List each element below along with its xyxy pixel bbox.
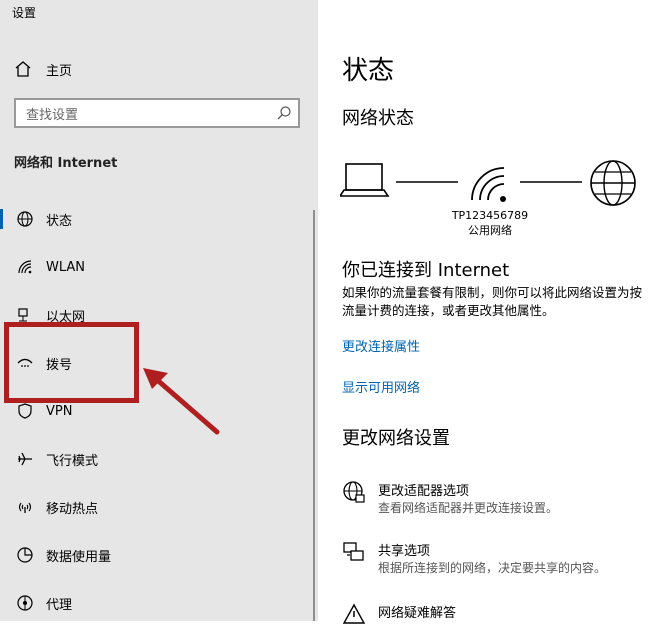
- network-info: TP123456789 公用网络: [440, 208, 540, 238]
- page-title: 状态: [342, 56, 395, 86]
- home-label: 主页: [46, 63, 73, 79]
- option-description: 查看网络适配器并更改连接设置。: [378, 501, 559, 515]
- warning-icon: [342, 603, 366, 624]
- sidebar-item-wlan[interactable]: WLAN: [0, 247, 300, 287]
- wifi-icon: [14, 256, 36, 278]
- connection-description: 如果你的流量套餐有限制，则你可以将此网络设置为按流量计费的连接，或者更改其他属性…: [342, 285, 643, 318]
- data-usage-icon: [14, 544, 36, 566]
- sidebar-item-data-usage[interactable]: 数据使用量: [0, 535, 300, 575]
- sidebar-item-label: WLAN: [46, 259, 86, 275]
- sidebar-item-label: 数据使用量: [46, 549, 112, 565]
- network-name: TP123456789: [451, 209, 529, 222]
- change-network-settings-heading: 更改网络设置: [342, 428, 450, 449]
- network-status-heading: 网络状态: [342, 108, 414, 129]
- sidebar-item-label: 移动热点: [46, 501, 99, 517]
- section-title: 网络和 Internet: [14, 156, 118, 171]
- internet-globe-icon: [590, 160, 636, 206]
- sidebar-scrollbar[interactable]: [313, 210, 315, 621]
- connection-title: 你已连接到 Internet: [342, 260, 510, 281]
- wifi-icon: [471, 167, 506, 202]
- globe-icon: [14, 208, 36, 230]
- sidebar-item-label: 飞行模式: [46, 453, 99, 469]
- sidebar-item-label: 状态: [46, 213, 73, 229]
- home-nav[interactable]: 主页: [14, 58, 72, 80]
- sidebar-item-airplane[interactable]: 飞行模式: [0, 439, 300, 479]
- vpn-icon: [14, 400, 36, 422]
- change-connection-properties-link[interactable]: 更改连接属性: [342, 336, 420, 355]
- window-title: 设置: [12, 6, 37, 20]
- sidebar: 设置 主页 查找设置 网络和 Internet 状态 WLAN 以太网 拨号 V…: [0, 0, 318, 621]
- sidebar-item-label: 代理: [46, 597, 73, 613]
- adapter-globe-icon: [343, 481, 365, 503]
- proxy-icon: [14, 592, 36, 614]
- option-description: 根据所连接到的网络，决定要共享的内容。: [378, 561, 607, 575]
- hotspot-icon: [14, 496, 36, 518]
- sidebar-item-hotspot[interactable]: 移动热点: [0, 487, 300, 527]
- option-troubleshoot[interactable]: 网络疑难解答: [342, 602, 642, 642]
- option-title: 更改适配器选项: [378, 484, 470, 499]
- option-adapter[interactable]: 更改适配器选项 查看网络适配器并更改连接设置。: [342, 480, 642, 520]
- network-type: 公用网络: [468, 224, 512, 237]
- option-title: 共享选项: [378, 544, 431, 559]
- airplane-icon: [14, 448, 36, 470]
- search-placeholder: 查找设置: [26, 107, 79, 123]
- sidebar-item-status[interactable]: 状态: [0, 199, 300, 239]
- option-title: 网络疑难解答: [378, 606, 457, 621]
- laptop-icon: [340, 163, 390, 197]
- search-input[interactable]: 查找设置: [14, 98, 300, 128]
- sidebar-item-label: VPN: [46, 403, 73, 419]
- home-icon: [15, 61, 31, 77]
- search-icon[interactable]: [276, 105, 292, 121]
- sharing-icon: [343, 542, 364, 561]
- option-sharing[interactable]: 共享选项 根据所连接到的网络，决定要共享的内容。: [342, 540, 642, 580]
- annotation-highlight-box: [4, 322, 139, 403]
- show-available-networks-link[interactable]: 显示可用网络: [342, 377, 420, 396]
- sidebar-item-proxy[interactable]: 代理: [0, 583, 300, 623]
